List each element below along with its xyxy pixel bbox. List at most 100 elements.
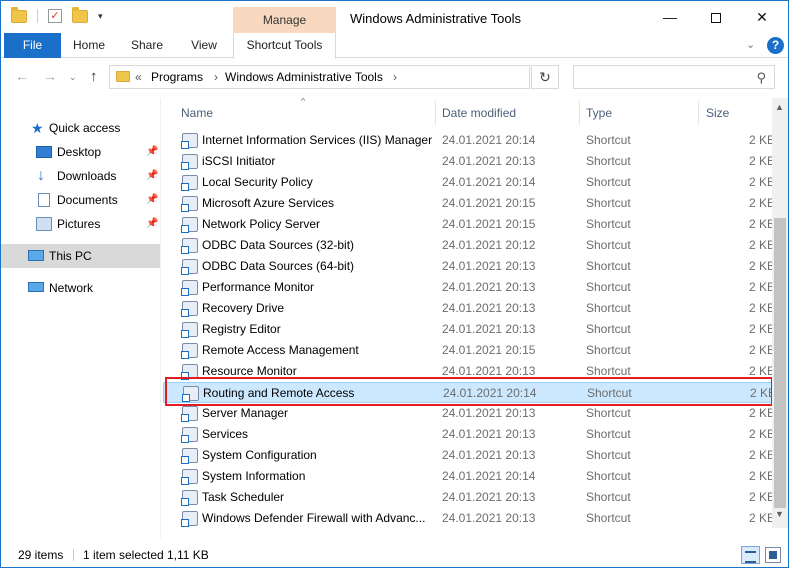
file-name: Network Policy Server: [202, 217, 321, 231]
pin-icon: 📌: [146, 170, 159, 181]
new-folder-icon[interactable]: [72, 6, 88, 23]
table-row[interactable]: Task Scheduler 24.01.2021 20:13 Shortcut…: [163, 487, 772, 508]
table-row[interactable]: Remote Access Management 24.01.2021 20:1…: [163, 340, 772, 361]
table-row[interactable]: System Configuration 24.01.2021 20:13 Sh…: [163, 445, 772, 466]
file-date: 24.01.2021 20:13: [442, 427, 536, 441]
table-row[interactable]: Internet Information Services (IIS) Mana…: [163, 130, 772, 151]
scroll-up-icon[interactable]: ▲: [775, 102, 784, 112]
file-list: ^ Name Date modified Type Size Internet …: [163, 98, 772, 528]
breadcrumb-separator-icon[interactable]: ›: [393, 70, 397, 84]
file-size: 2 KB: [749, 259, 772, 273]
column-header-date-modified[interactable]: Date modified: [442, 98, 516, 128]
tab-shortcut-tools[interactable]: Shortcut Tools: [233, 33, 336, 59]
breadcrumb-programs[interactable]: Programs: [151, 70, 203, 84]
table-row[interactable]: ODBC Data Sources (32-bit) 24.01.2021 20…: [163, 235, 772, 256]
up-arrow-icon[interactable]: ↑: [90, 68, 98, 85]
tab-share[interactable]: Share: [117, 33, 177, 58]
forward-arrow-icon[interactable]: →: [43, 68, 57, 84]
sidebar-item-label: Network: [49, 281, 94, 295]
file-type: Shortcut: [586, 175, 631, 189]
table-row[interactable]: Services 24.01.2021 20:13 Shortcut 2 KB: [163, 424, 772, 445]
file-name: Internet Information Services (IIS) Mana…: [202, 133, 433, 147]
column-separator[interactable]: [698, 101, 699, 125]
desktop-icon: [36, 146, 52, 158]
table-row[interactable]: Server Manager 24.01.2021 20:13 Shortcut…: [163, 403, 772, 424]
shortcut-icon: [181, 196, 198, 212]
address-bar[interactable]: « Programs › Windows Administrative Tool…: [109, 65, 627, 89]
vertical-scrollbar[interactable]: ▲ ▼: [772, 98, 788, 528]
sidebar-item-pictures[interactable]: Pictures 📌: [1, 212, 160, 236]
breadcrumb-windows-administrative-tools[interactable]: Windows Administrative Tools: [225, 70, 383, 84]
table-row-selected[interactable]: Routing and Remote Access 24.01.2021 20:…: [163, 382, 772, 403]
sidebar-item-label: Pictures: [57, 217, 101, 231]
maximize-button[interactable]: [693, 1, 739, 33]
minimize-button[interactable]: —: [647, 1, 693, 33]
shortcut-icon: [181, 322, 198, 338]
table-row[interactable]: Resource Monitor 24.01.2021 20:13 Shortc…: [163, 361, 772, 382]
large-icons-view-icon[interactable]: [765, 547, 781, 563]
sidebar-item-documents[interactable]: Documents 📌: [1, 188, 160, 212]
item-count: 29 items: [18, 548, 64, 562]
computer-icon: [28, 250, 44, 261]
table-row[interactable]: Registry Editor 24.01.2021 20:13 Shortcu…: [163, 319, 772, 340]
title-bar: ✓ ▾ Manage Windows Administrative Tools …: [1, 1, 788, 33]
file-explorer-window: ✓ ▾ Manage Windows Administrative Tools …: [0, 0, 789, 568]
table-row[interactable]: Local Security Policy 24.01.2021 20:14 S…: [163, 172, 772, 193]
file-name: Local Security Policy: [202, 175, 313, 189]
hidden-locations-icon[interactable]: «: [135, 70, 142, 84]
help-icon[interactable]: ?: [767, 37, 784, 54]
file-size: 2 KB: [749, 280, 772, 294]
table-row[interactable]: Recovery Drive 24.01.2021 20:13 Shortcut…: [163, 298, 772, 319]
sidebar-item-downloads[interactable]: ↓ Downloads 📌: [1, 164, 160, 188]
sidebar-item-quick-access[interactable]: ★ Quick access: [1, 116, 160, 140]
back-arrow-icon[interactable]: ←: [15, 68, 29, 84]
file-name: Registry Editor: [202, 322, 281, 336]
breadcrumb-separator-icon[interactable]: ›: [214, 70, 218, 84]
table-row[interactable]: Performance Monitor 24.01.2021 20:13 Sho…: [163, 277, 772, 298]
quick-access-toolbar: ✓ ▾: [11, 6, 103, 23]
tab-view[interactable]: View: [177, 33, 231, 58]
file-size: 2 KB: [749, 154, 772, 168]
column-separator[interactable]: [435, 101, 436, 125]
refresh-button[interactable]: ↻: [531, 65, 559, 89]
properties-icon[interactable]: ✓: [48, 9, 62, 23]
customize-toolbar-icon[interactable]: ▾: [98, 11, 103, 22]
scroll-down-icon[interactable]: ▼: [775, 509, 784, 519]
shortcut-icon: [181, 259, 198, 275]
documents-icon: [38, 193, 50, 207]
column-separator[interactable]: [579, 101, 580, 125]
search-input[interactable]: ⚲: [573, 65, 775, 89]
contextual-tab-manage: Manage: [233, 7, 336, 33]
ribbon-tabs: File Home Share View Shortcut Tools ⌄ ?: [1, 33, 788, 59]
file-size: 2 KB: [749, 364, 772, 378]
selection-count: 1 item selected: [83, 548, 164, 562]
file-size: 2 KB: [749, 427, 772, 441]
table-row[interactable]: ODBC Data Sources (64-bit) 24.01.2021 20…: [163, 256, 772, 277]
file-type: Shortcut: [586, 217, 631, 231]
scroll-thumb[interactable]: [774, 218, 786, 508]
table-row[interactable]: iSCSI Initiator 24.01.2021 20:13 Shortcu…: [163, 151, 772, 172]
table-row[interactable]: System Information 24.01.2021 20:14 Shor…: [163, 466, 772, 487]
shortcut-icon: [181, 511, 198, 527]
column-header-type[interactable]: Type: [586, 98, 612, 128]
table-row[interactable]: Network Policy Server 24.01.2021 20:15 S…: [163, 214, 772, 235]
sidebar-item-this-pc[interactable]: This PC: [1, 244, 160, 268]
sidebar-item-desktop[interactable]: Desktop 📌: [1, 140, 160, 164]
close-button[interactable]: ✕: [739, 1, 785, 33]
column-header-name[interactable]: Name: [181, 98, 213, 128]
table-row[interactable]: Microsoft Azure Services 24.01.2021 20:1…: [163, 193, 772, 214]
sidebar-item-network[interactable]: Network: [1, 276, 160, 300]
file-size: 2 KB: [749, 238, 772, 252]
expand-ribbon-icon[interactable]: ⌄: [746, 38, 755, 51]
tab-file[interactable]: File: [4, 33, 61, 58]
file-name: Windows Defender Firewall with Advanc...: [202, 511, 426, 525]
details-view-icon[interactable]: [741, 546, 760, 564]
recent-locations-icon[interactable]: ⌄: [69, 72, 77, 83]
shortcut-icon: [181, 406, 198, 422]
tab-home[interactable]: Home: [61, 33, 117, 58]
file-size: 2 KB: [749, 490, 772, 504]
table-row[interactable]: Windows Defender Firewall with Advanc...…: [163, 508, 772, 528]
column-header-size[interactable]: Size: [706, 98, 729, 128]
pane-divider[interactable]: [160, 98, 161, 538]
shortcut-icon: [181, 490, 198, 506]
